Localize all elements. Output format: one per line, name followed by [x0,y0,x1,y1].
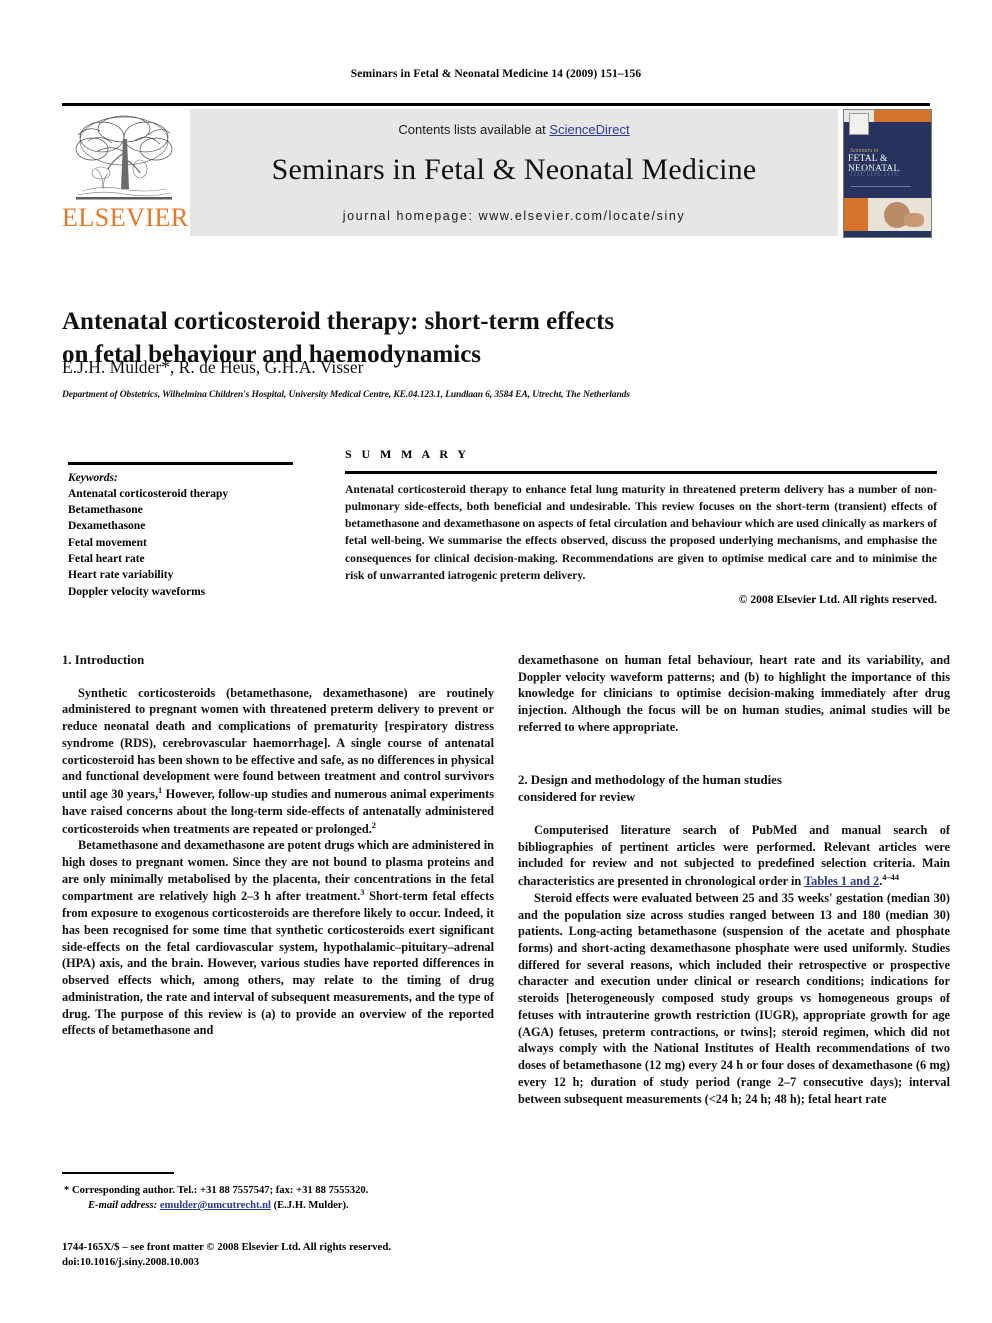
running-head: Seminars in Fetal & Neonatal Medicine 14… [350,68,642,80]
footnote-rule [62,1172,174,1174]
elsevier-tree-icon [68,111,180,203]
paragraph-intro-2-continued: dexamethasone on human fetal behaviour, … [518,653,950,734]
body-column-right: dexamethasone on human fetal behaviour, … [518,652,950,1107]
section-heading-design: 2. Design and methodology of the human s… [518,772,950,807]
issn-line: 1744-165X/$ – see front matter © 2008 El… [62,1241,392,1253]
design-heading-line-2: considered for review [518,790,636,805]
section-heading-introduction: 1. Introduction [62,653,145,667]
cover-line-script: medicine [850,165,901,180]
author-list: E.J.H. Mulder*, R. de Heus, G.H.A. Visse… [62,357,364,377]
intro-p1-part-a: Synthetic corticosteroids (betamethasone… [62,685,494,802]
table-cross-reference-link[interactable]: Tables 1 and 2 [804,874,879,888]
citation-ref[interactable]: 2 [372,821,376,830]
design-heading-line-1: 2. Design and methodology of the human s… [518,772,782,787]
email-label: E-mail address: [88,1200,158,1212]
affiliation: Department of Obstetrics, Wilhelmina Chi… [62,390,630,400]
footnote-corresponding-author: * Corresponding author. Tel.: +31 88 755… [64,1185,369,1196]
cover-publisher-logo-icon [849,113,869,135]
journal-title: Seminars in Fetal & Neonatal Medicine [271,153,757,186]
sciencedirect-link[interactable]: ScienceDirect [549,122,629,137]
paragraph-intro-1: Synthetic corticosteroids (betamethasone… [62,685,494,838]
footnote-email-line: E-mail address: emulder@umcutrecht.nl (E… [62,1198,494,1213]
summary-rule [345,471,937,474]
keyword-item: Dexamethasone [68,520,146,533]
journal-cover-thumbnail: Seminars in FETAL & NEONATAL medicine [843,109,932,238]
keywords-block: Keywords: Antenatal corticosteroid thera… [68,462,293,600]
keyword-item: Antenatal corticosteroid therapy [68,487,229,500]
cover-bottom-band [844,231,931,237]
masthead-top-rule [62,103,930,106]
intro-p2-part-b: Short-term fetal effects from exposure t… [62,889,494,1038]
body-column-left: 1. Introduction Synthetic corticosteroid… [62,652,494,1039]
summary-block: S U M M A R Y Antenatal corticosteroid t… [345,447,937,606]
paper-page: Seminars in Fetal & Neonatal Medicine 14… [0,0,992,1323]
title-line-1: Antenatal corticosteroid therapy: short-… [62,307,615,335]
contents-line: Contents lists available at ScienceDirec… [190,122,838,137]
cover-infant-photo-detail [904,213,924,227]
contents-prefix: Contents lists available at [398,122,550,137]
journal-masthead: ELSEVIER Contents lists available at Sci… [62,103,932,238]
cover-divider [851,186,911,187]
elsevier-wordmark: ELSEVIER [62,203,189,232]
cover-orange-block [844,198,868,231]
email-owner: (E.J.H. Mulder). [273,1200,349,1212]
paragraph-design-1: Computerised literature search of PubMed… [518,822,950,890]
issn-doi-block: 1744-165X/$ – see front matter © 2008 El… [62,1240,522,1271]
summary-copyright: © 2008 Elsevier Ltd. All rights reserved… [738,593,937,607]
keyword-item: Fetal heart rate [68,553,145,566]
keyword-item: Fetal movement [68,536,147,549]
paragraph-design-2: Steroid effects were evaluated between 2… [518,890,950,1106]
keywords-heading: Keywords: [68,471,118,484]
keyword-item: Heart rate variability [68,569,174,582]
paragraph-intro-2: Betamethasone and dexamethasone are pote… [62,837,494,1039]
keyword-item: Betamethasone [68,504,143,517]
keyword-item: Doppler velocity waveforms [68,585,206,598]
footnote-area: * Corresponding author. Tel.: +31 88 755… [62,1172,494,1214]
journal-band: Contents lists available at ScienceDirec… [190,109,838,236]
email-link[interactable]: emulder@umcutrecht.nl [160,1200,271,1211]
doi-line: doi:10.1016/j.siny.2008.10.003 [62,1256,200,1269]
summary-text: Antenatal corticosteroid therapy to enha… [345,482,937,582]
elsevier-logo: ELSEVIER [62,109,189,236]
journal-homepage-link[interactable]: journal homepage: www.elsevier.com/locat… [190,209,838,223]
keywords-rule [68,462,293,465]
summary-heading: S U M M A R Y [345,447,470,461]
citation-ref[interactable]: 4–44 [882,873,899,882]
